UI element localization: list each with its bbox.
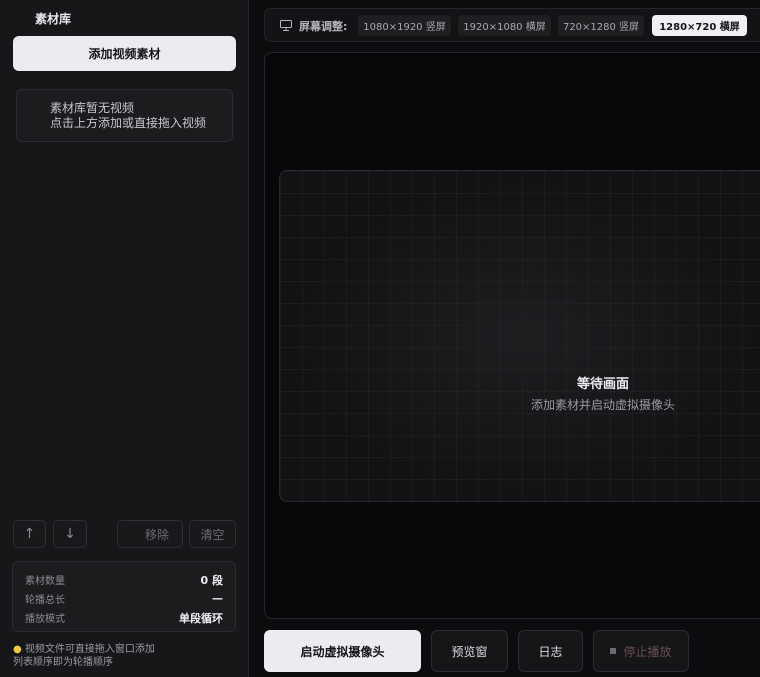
waiting-subtitle: 添加素材并启动虚拟摄像头 bbox=[530, 398, 675, 412]
stat-row-duration: 轮播总长 — bbox=[25, 589, 223, 608]
resolution-option-active[interactable]: 1280×720 横屏 bbox=[652, 15, 747, 36]
stats-panel: 素材数量 0 段 轮播总长 — 播放模式 单段循环 bbox=[12, 561, 236, 632]
empty-library-notice[interactable]: 素材库暂无视频 点击上方添加或直接拖入视频 bbox=[16, 89, 233, 142]
screen-adjust-bar: 屏幕调整: 1080×1920 竖屏 1920×1080 横屏 720×1280… bbox=[264, 8, 760, 42]
stop-playback-button[interactable]: 停止播放 bbox=[593, 630, 689, 672]
drag-hint: ● 视频文件可直接拖入窗口添加 列表顺序即为轮播顺序 bbox=[13, 643, 155, 669]
stop-label: 停止播放 bbox=[623, 644, 672, 659]
empty-notice-line1: 素材库暂无视频 bbox=[50, 101, 135, 115]
preview-window-button[interactable]: 预览窗 bbox=[431, 630, 508, 672]
sidebar: 素材库 添加视频素材 素材库暂无视频 点击上方添加或直接拖入视频 ↑ ↓ 移除 … bbox=[0, 0, 249, 677]
stat-row-mode: 播放模式 单段循环 bbox=[25, 608, 223, 627]
add-video-button[interactable]: 添加视频素材 bbox=[13, 36, 236, 71]
monitor-icon bbox=[280, 20, 292, 31]
stat-label: 素材数量 bbox=[25, 576, 65, 587]
stat-row-count: 素材数量 0 段 bbox=[25, 570, 223, 589]
move-down-button[interactable]: ↓ bbox=[53, 520, 87, 548]
remove-button[interactable]: 移除 bbox=[117, 520, 183, 548]
resolution-option[interactable]: 1080×1920 竖屏 bbox=[358, 15, 451, 36]
arrow-down-icon: ↓ bbox=[64, 526, 76, 542]
resolution-option[interactable]: 720×1280 竖屏 bbox=[558, 15, 644, 36]
hint-line2: 列表顺序即为轮播顺序 bbox=[13, 657, 113, 668]
lightbulb-icon: ● bbox=[13, 644, 22, 655]
waiting-title: 等待画面 bbox=[576, 377, 629, 392]
move-up-button[interactable]: ↑ bbox=[13, 520, 46, 548]
resolution-option[interactable]: 1920×1080 横屏 bbox=[458, 15, 551, 36]
stat-label: 轮播总长 bbox=[25, 595, 65, 606]
stat-value: — bbox=[212, 592, 223, 605]
stat-value: 单段循环 bbox=[179, 611, 223, 625]
clear-button[interactable]: 清空 bbox=[189, 520, 236, 548]
arrow-up-icon: ↑ bbox=[23, 526, 36, 542]
hint-line1: 视频文件可直接拖入窗口添加 bbox=[24, 644, 155, 655]
stop-icon bbox=[610, 648, 617, 654]
sidebar-title: 素材库 bbox=[35, 12, 72, 26]
screen-adjust-label: 屏幕调整: bbox=[299, 20, 348, 33]
empty-notice-line2: 点击上方添加或直接拖入视频 bbox=[50, 116, 207, 130]
preview-canvas bbox=[279, 170, 760, 502]
start-virtual-camera-button[interactable]: 启动虚拟摄像头 bbox=[264, 630, 421, 672]
stat-value: 0 段 bbox=[200, 573, 223, 587]
log-button[interactable]: 日志 bbox=[518, 630, 583, 672]
stat-label: 播放模式 bbox=[25, 614, 65, 625]
